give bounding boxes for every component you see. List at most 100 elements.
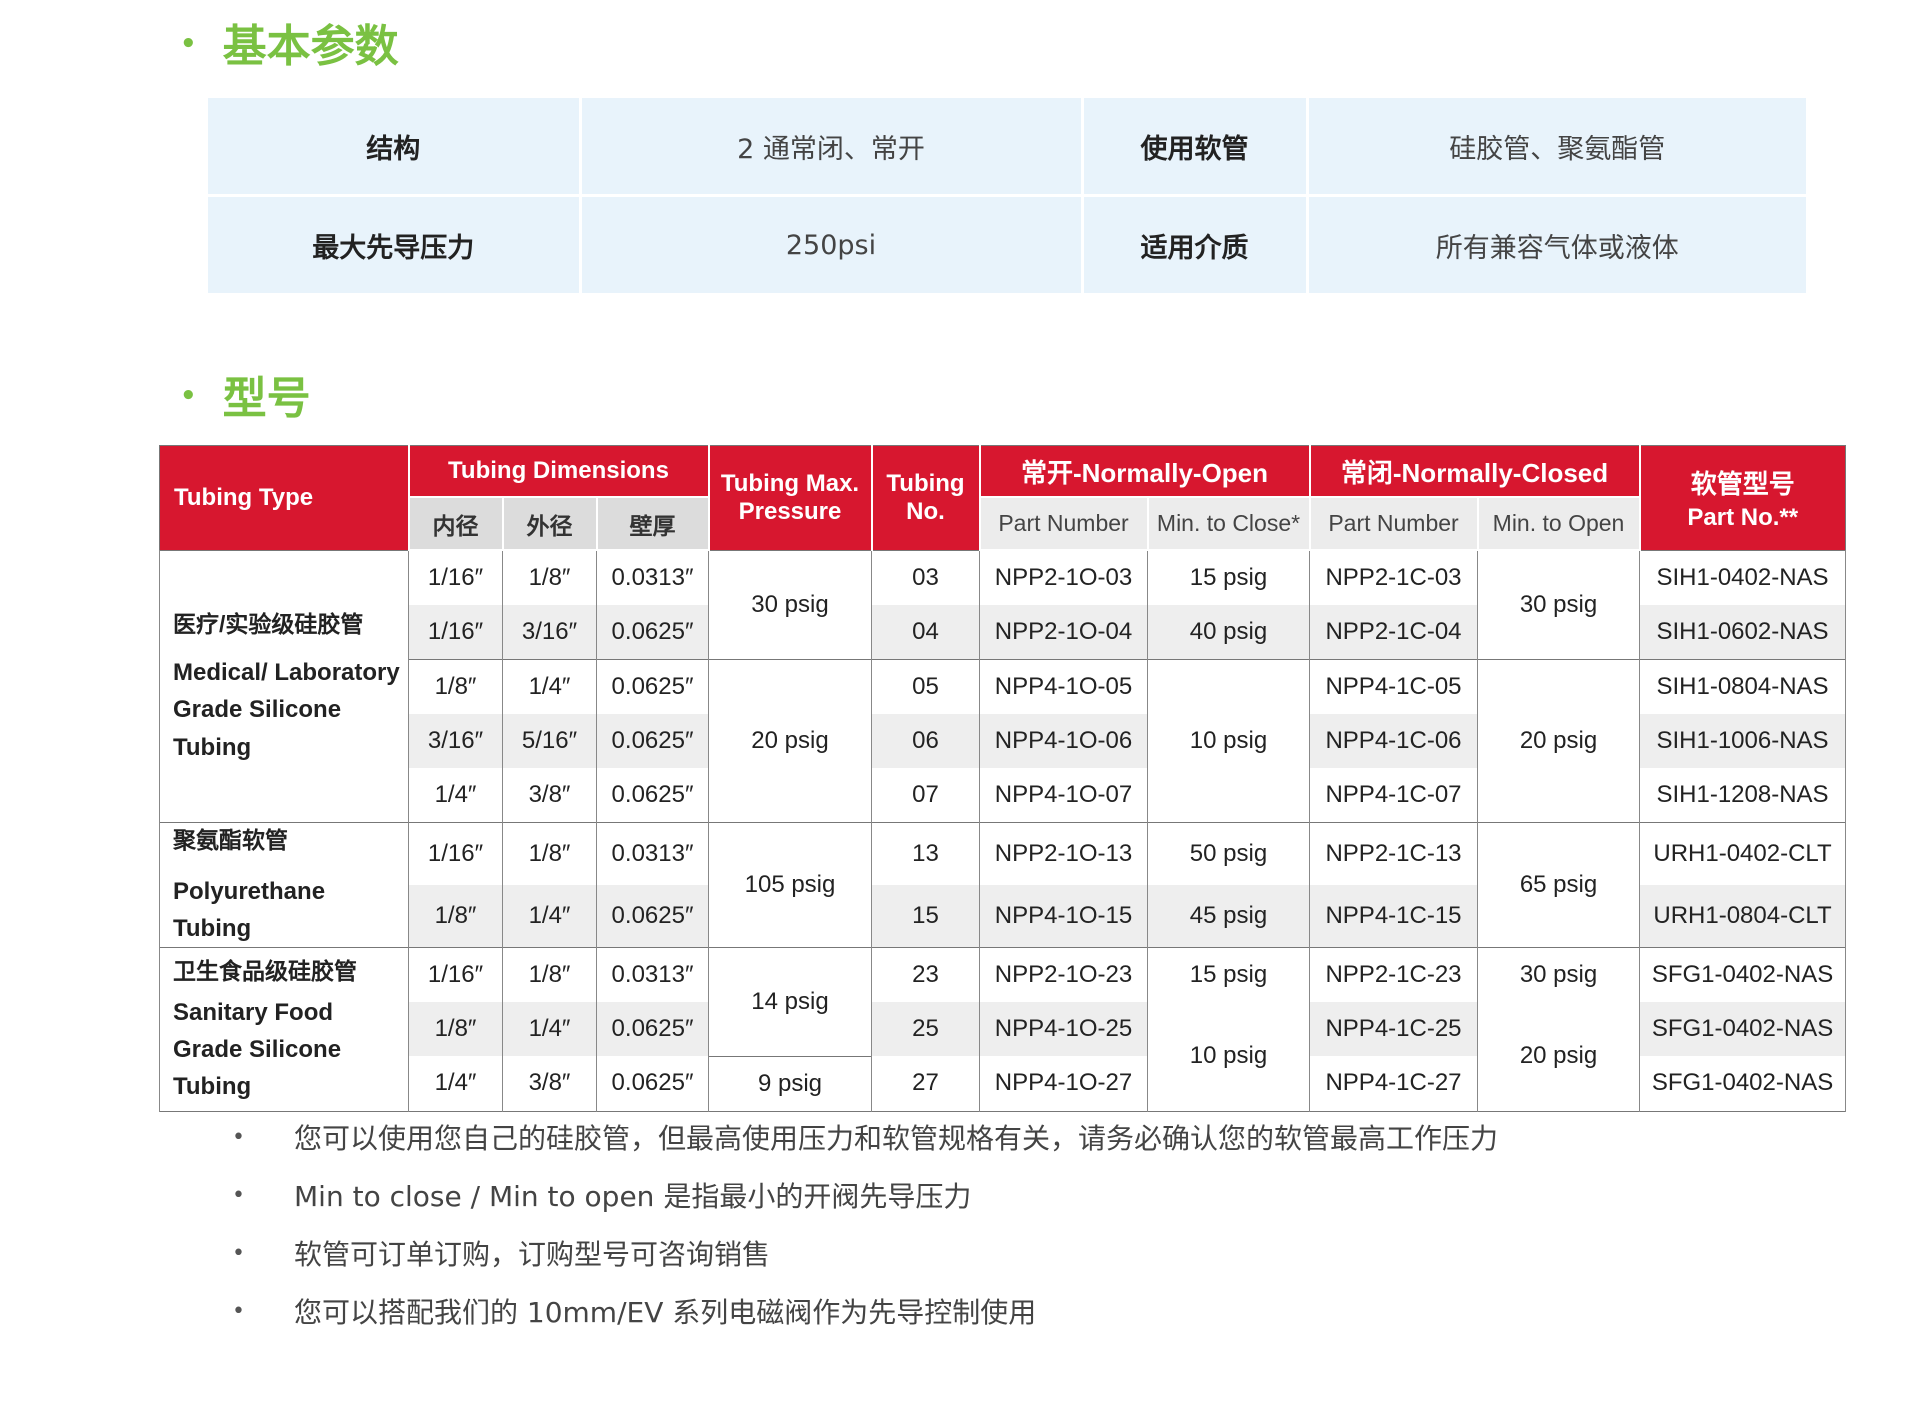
header-normally-open: 常开-Normally-Open [978,445,1311,497]
tubing-no: 25 [871,1002,980,1057]
list-item: • 您可以使用您自己的硅胶管，但最高使用压力和软管规格有关，请务必确认您的软管最高… [232,1108,1498,1166]
outer-diameter: 3/8″ [502,768,597,823]
outer-diameter: 3/8″ [502,1056,597,1112]
basic-params-title-text: 基本参数 [222,21,399,72]
no-part-number: NPP4-1O-27 [979,1056,1148,1112]
param-label: 使用软管 [1082,98,1309,197]
inner-diameter: 1/4″ [408,1056,503,1112]
note-text: Min to close / Min to open 是指最小的开阀先导压力 [294,1180,972,1213]
tubing-no: 06 [871,714,980,768]
header-subrow: 内径 外径 壁厚 Part Number Min. to Close* Part… [160,496,1846,551]
header-row: Tubing Type Tubing Dimensions Tubing Max… [159,445,1846,550]
table-row: 医疗/实验级硅胶管 Medical/ Laboratory Grade Sili… [159,549,1847,823]
no-part-number: NPP2-1O-13 [979,822,1148,885]
tubing-no: 23 [871,947,980,1003]
param-label: 最大先导压力 [208,195,582,293]
nc-part-number: NPP2-1C-23 [1309,947,1478,1003]
min-to-open: 30 psig [1476,947,1641,1003]
outer-diameter: 1/4″ [502,659,597,714]
models-title: • 型号 [180,362,311,426]
nc-part-number: NPP4-1C-05 [1309,659,1478,714]
basic-params-table: 结构 2 通常闭、常开 使用软管 硅胶管、聚氨酯管 最大先导压力 250psi … [208,98,1806,293]
min-to-close: 15 psig [1147,947,1310,1003]
no-part-number: NPP4-1O-15 [979,885,1148,948]
header-outer-diameter: 外径 [501,496,598,551]
min-to-close: 50 psig [1147,822,1310,885]
bullet-dot: • [180,29,197,59]
inner-diameter: 1/8″ [408,1002,503,1057]
min-to-open: 65 psig [1476,821,1641,948]
models-table: Tubing Type Tubing Dimensions Tubing Max… [159,445,1847,1112]
no-part-number: NPP2-1O-04 [979,605,1148,660]
nc-part-number: NPP4-1C-25 [1309,1002,1478,1057]
list-item: • 软管可订单订购，订购型号可咨询销售 [232,1224,1498,1282]
header-tubing-dimensions: Tubing Dimensions [407,445,710,497]
min-to-close: 10 psig [1147,659,1310,823]
max-pressure: 14 psig [708,947,872,1057]
table-row: 卫生食品级硅胶管 Sanitary Food Grade Silicone Tu… [159,947,1847,1112]
tube-part-number: SFG1-0402-NAS [1639,1056,1847,1112]
tube-part-number: SFG1-0402-NAS [1639,947,1847,1003]
header-min-to-open: Min. to Open [1476,496,1641,551]
outer-diameter: 5/16″ [502,714,597,768]
wall-thickness: 0.0625″ [596,885,709,948]
tube-part-number: SIH1-0602-NAS [1639,605,1847,660]
inner-diameter: 1/16″ [408,822,503,885]
param-label: 结构 [208,98,582,197]
nc-part-number: NPP4-1C-15 [1309,885,1478,948]
inner-diameter: 1/8″ [408,659,503,714]
nc-part-number: NPP2-1C-04 [1309,605,1478,660]
tubing-no: 03 [871,549,980,605]
header-wall-thickness: 壁厚 [595,496,710,551]
table-row: 聚氨酯软管 Polyurethane Tubing 1/16″ 1/8″ 0.0… [159,821,1847,948]
header-max-pressure: Tubing Max. Pressure [707,445,873,550]
inner-diameter: 1/16″ [408,549,503,605]
inner-diameter: 1/16″ [408,947,503,1003]
note-text: 软管可订单订购，订购型号可咨询销售 [294,1238,771,1271]
wall-thickness: 0.0625″ [596,768,709,823]
nc-part-number: NPP2-1C-03 [1309,549,1478,605]
no-part-number: NPP2-1O-03 [979,549,1148,605]
max-pressure: 30 psig [708,549,872,660]
outer-diameter: 1/8″ [502,549,597,605]
header-min-to-close: Min. to Close* [1146,496,1311,551]
max-pressure: 9 psig [708,1055,872,1112]
max-pressure: 105 psig [708,821,872,948]
tubing-type-cell: 医疗/实验级硅胶管 Medical/ Laboratory Grade Sili… [159,549,409,823]
param-label: 适用介质 [1082,195,1309,293]
tubing-no: 27 [871,1056,980,1112]
header-no-part-number: Part Number [978,496,1149,551]
tube-part-number: SIH1-1006-NAS [1639,714,1847,768]
list-item: • 您可以搭配我们的 10mm/EV 系列电磁阀作为先导控制使用 [232,1282,1498,1340]
outer-diameter: 1/4″ [502,1002,597,1057]
outer-diameter: 3/16″ [502,605,597,660]
outer-diameter: 1/8″ [502,947,597,1003]
tube-part-number: URH1-0402-CLT [1639,822,1847,885]
param-value: 250psi [580,195,1084,293]
bullet-dot: • [232,1182,245,1208]
wall-thickness: 0.0625″ [596,714,709,768]
no-part-number: NPP4-1O-05 [979,659,1148,714]
no-part-number: NPP4-1O-06 [979,714,1148,768]
min-to-close: 40 psig [1147,605,1310,660]
tube-part-number: SFG1-0402-NAS [1639,1002,1847,1057]
no-part-number: NPP4-1O-07 [979,768,1148,823]
param-value: 2 通常闭、常开 [580,98,1084,197]
outer-diameter: 1/4″ [502,885,597,948]
list-item: • Min to close / Min to open 是指最小的开阀先导压力 [232,1166,1498,1224]
nc-part-number: NPP4-1C-07 [1309,768,1478,823]
tubing-no: 13 [871,822,980,885]
min-to-open: 30 psig [1476,549,1641,660]
bullet-dot: • [232,1240,245,1266]
tubing-type-cell: 聚氨酯软管 Polyurethane Tubing [159,821,409,948]
inner-diameter: 1/4″ [408,768,503,823]
bullet-dot: • [232,1298,245,1324]
inner-diameter: 3/16″ [408,714,503,768]
no-part-number: NPP4-1O-25 [979,1002,1148,1057]
header-normally-closed: 常闭-Normally-Closed [1308,445,1641,497]
header-tubing-type: Tubing Type [159,445,410,550]
wall-thickness: 0.0625″ [596,1056,709,1112]
wall-thickness: 0.0313″ [596,822,709,885]
tubing-type-cell: 卫生食品级硅胶管 Sanitary Food Grade Silicone Tu… [159,947,409,1112]
nc-part-number: NPP2-1C-13 [1309,822,1478,885]
